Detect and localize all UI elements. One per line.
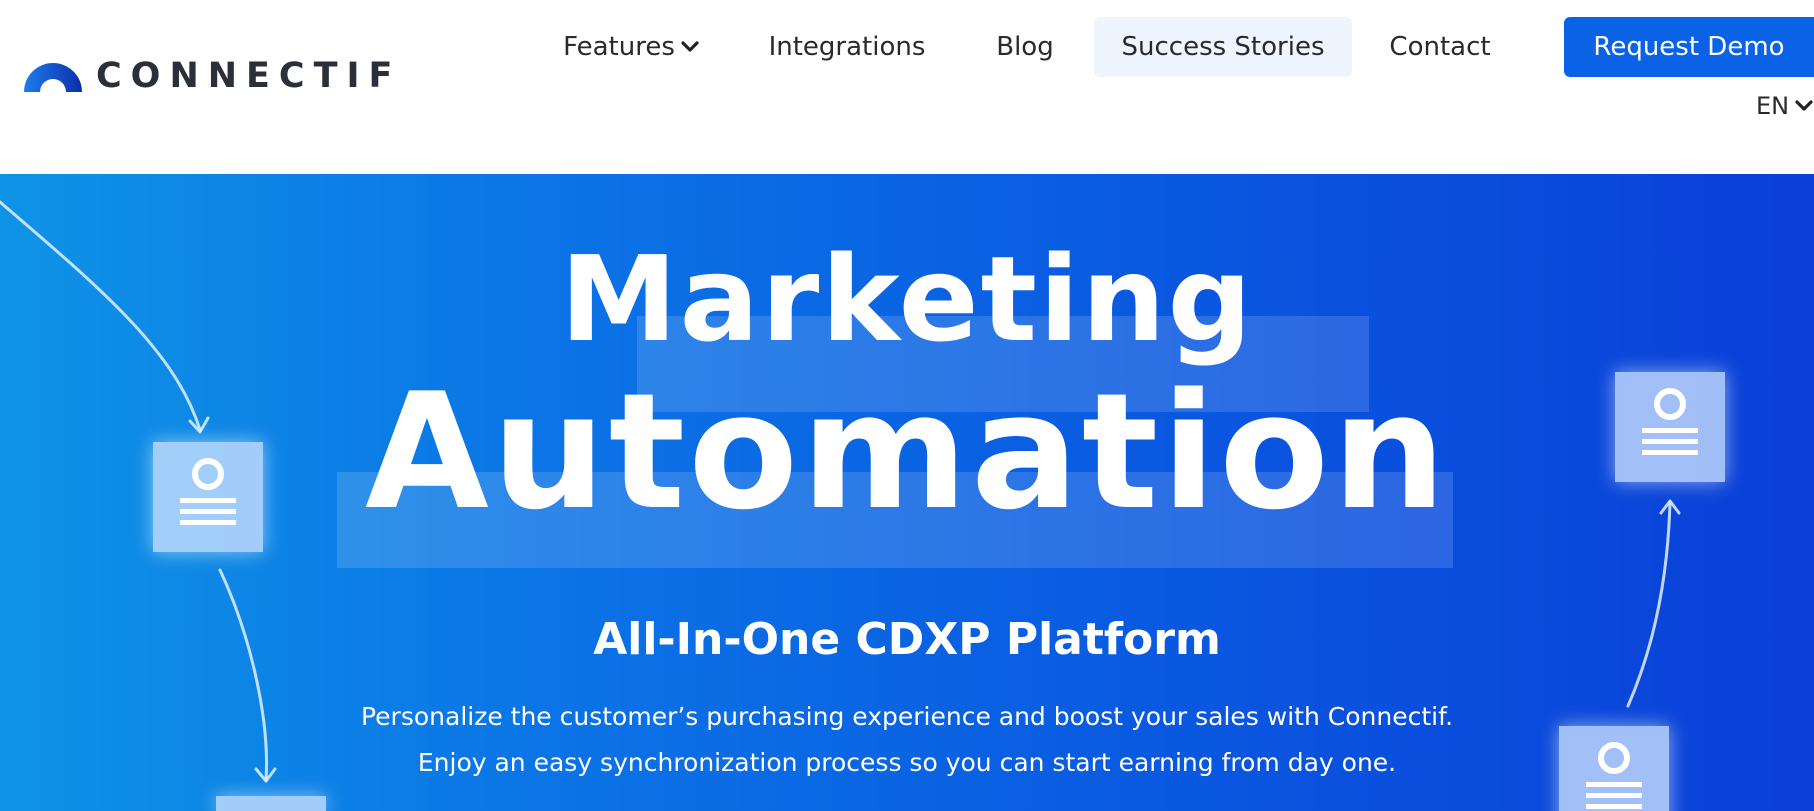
nav-item-features[interactable]: Features — [556, 17, 706, 77]
nav-item-label: Blog — [996, 32, 1054, 62]
nav-item-label: Contact — [1389, 32, 1491, 62]
language-label: EN — [1756, 92, 1790, 120]
profile-card-icon — [216, 796, 326, 811]
request-demo-button[interactable]: Request Demo — [1564, 17, 1814, 77]
chevron-down-icon — [1795, 100, 1813, 112]
hero-subtitle: All-In-One CDXP Platform — [593, 614, 1221, 665]
nav-item-label: Features — [563, 32, 675, 62]
nav-item-label: Integrations — [768, 32, 926, 62]
nav-item-integrations[interactable]: Integrations — [760, 17, 934, 77]
hero-title-line1: Marketing — [560, 230, 1254, 368]
hero-description-line1: Personalize the customer’s purchasing ex… — [360, 702, 1454, 731]
site-header: CONNECTIF Features Integrations Blog Suc… — [0, 0, 1814, 174]
language-selector[interactable]: EN — [1756, 88, 1813, 124]
flow-arrow-icon — [1626, 500, 1672, 708]
hero-description-line2: Enjoy an easy synchronization process so… — [417, 748, 1397, 777]
nav-item-success-stories[interactable]: Success Stories — [1094, 17, 1352, 77]
chevron-down-icon — [681, 41, 699, 53]
nav-item-contact[interactable]: Contact — [1380, 17, 1500, 77]
main-nav: Features Integrations Blog Success Stori… — [0, 17, 1814, 77]
hero-title-line2: Automation — [365, 358, 1449, 545]
nav-item-label: Success Stories — [1121, 32, 1325, 62]
nav-item-blog[interactable]: Blog — [984, 17, 1066, 77]
hero-section: Marketing Automation All-In-One CDXP Pla… — [0, 174, 1814, 811]
